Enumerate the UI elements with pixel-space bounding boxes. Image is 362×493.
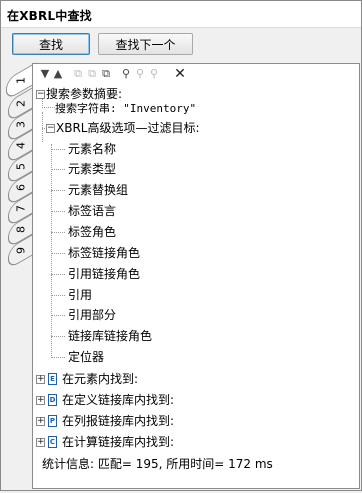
collapse-icon[interactable]: − — [36, 90, 45, 99]
collapse-icon[interactable]: − — [46, 124, 55, 133]
expand-icon[interactable]: + — [36, 375, 45, 384]
find-next-icon[interactable]: ⚲ — [147, 67, 161, 81]
results-panel: ▼ ▲ ⧉ ⧉ ⧉ ⚲ ⚲ ⚲ ✕ − 搜索参数摘要: 搜索字符串: "Inve… — [32, 63, 360, 489]
find-button[interactable]: 查找 — [12, 33, 90, 55]
window-title: 在XBRL中查找 — [7, 9, 92, 23]
expand-icon[interactable]: + — [36, 417, 45, 426]
tree-statistics[interactable]: 统计信息: 匹配= 195, 所用时间= 172 ms — [42, 454, 273, 474]
element-doc-icon: E — [48, 373, 57, 385]
calculation-doc-icon: C — [48, 436, 57, 448]
copy-icon[interactable]: ⧉ — [71, 67, 85, 81]
find-in-xbrl-window: 在XBRL中查找 查找 查找下一个 9 8 7 6 5 4 3 2 1 ▼ ▲ … — [0, 0, 362, 491]
tree-search-string[interactable]: 搜索字符串: "Inventory" — [55, 98, 196, 118]
copy-all-icon[interactable]: ⧉ — [99, 67, 113, 81]
results-toolbar: ▼ ▲ ⧉ ⧉ ⧉ ⚲ ⚲ ⚲ ✕ — [33, 64, 359, 84]
close-icon[interactable]: ✕ — [173, 67, 187, 81]
copy-line-icon[interactable]: ⧉ — [85, 67, 99, 81]
find-previous-icon[interactable]: ⚲ — [133, 67, 147, 81]
collapse-all-icon[interactable]: ▲ — [51, 67, 65, 81]
find-next-button[interactable]: 查找下一个 — [98, 33, 193, 55]
definition-doc-icon: D — [48, 394, 57, 406]
expand-all-icon[interactable]: ▼ — [38, 67, 52, 81]
result-tabs: 9 8 7 6 5 4 3 2 1 — [1, 62, 36, 493]
expand-icon[interactable]: + — [36, 396, 45, 405]
expand-icon[interactable]: + — [36, 438, 45, 447]
title-bar: 在XBRL中查找 — [1, 1, 361, 28]
presentation-doc-icon: P — [48, 415, 57, 427]
find-icon[interactable]: ⚲ — [119, 67, 133, 81]
